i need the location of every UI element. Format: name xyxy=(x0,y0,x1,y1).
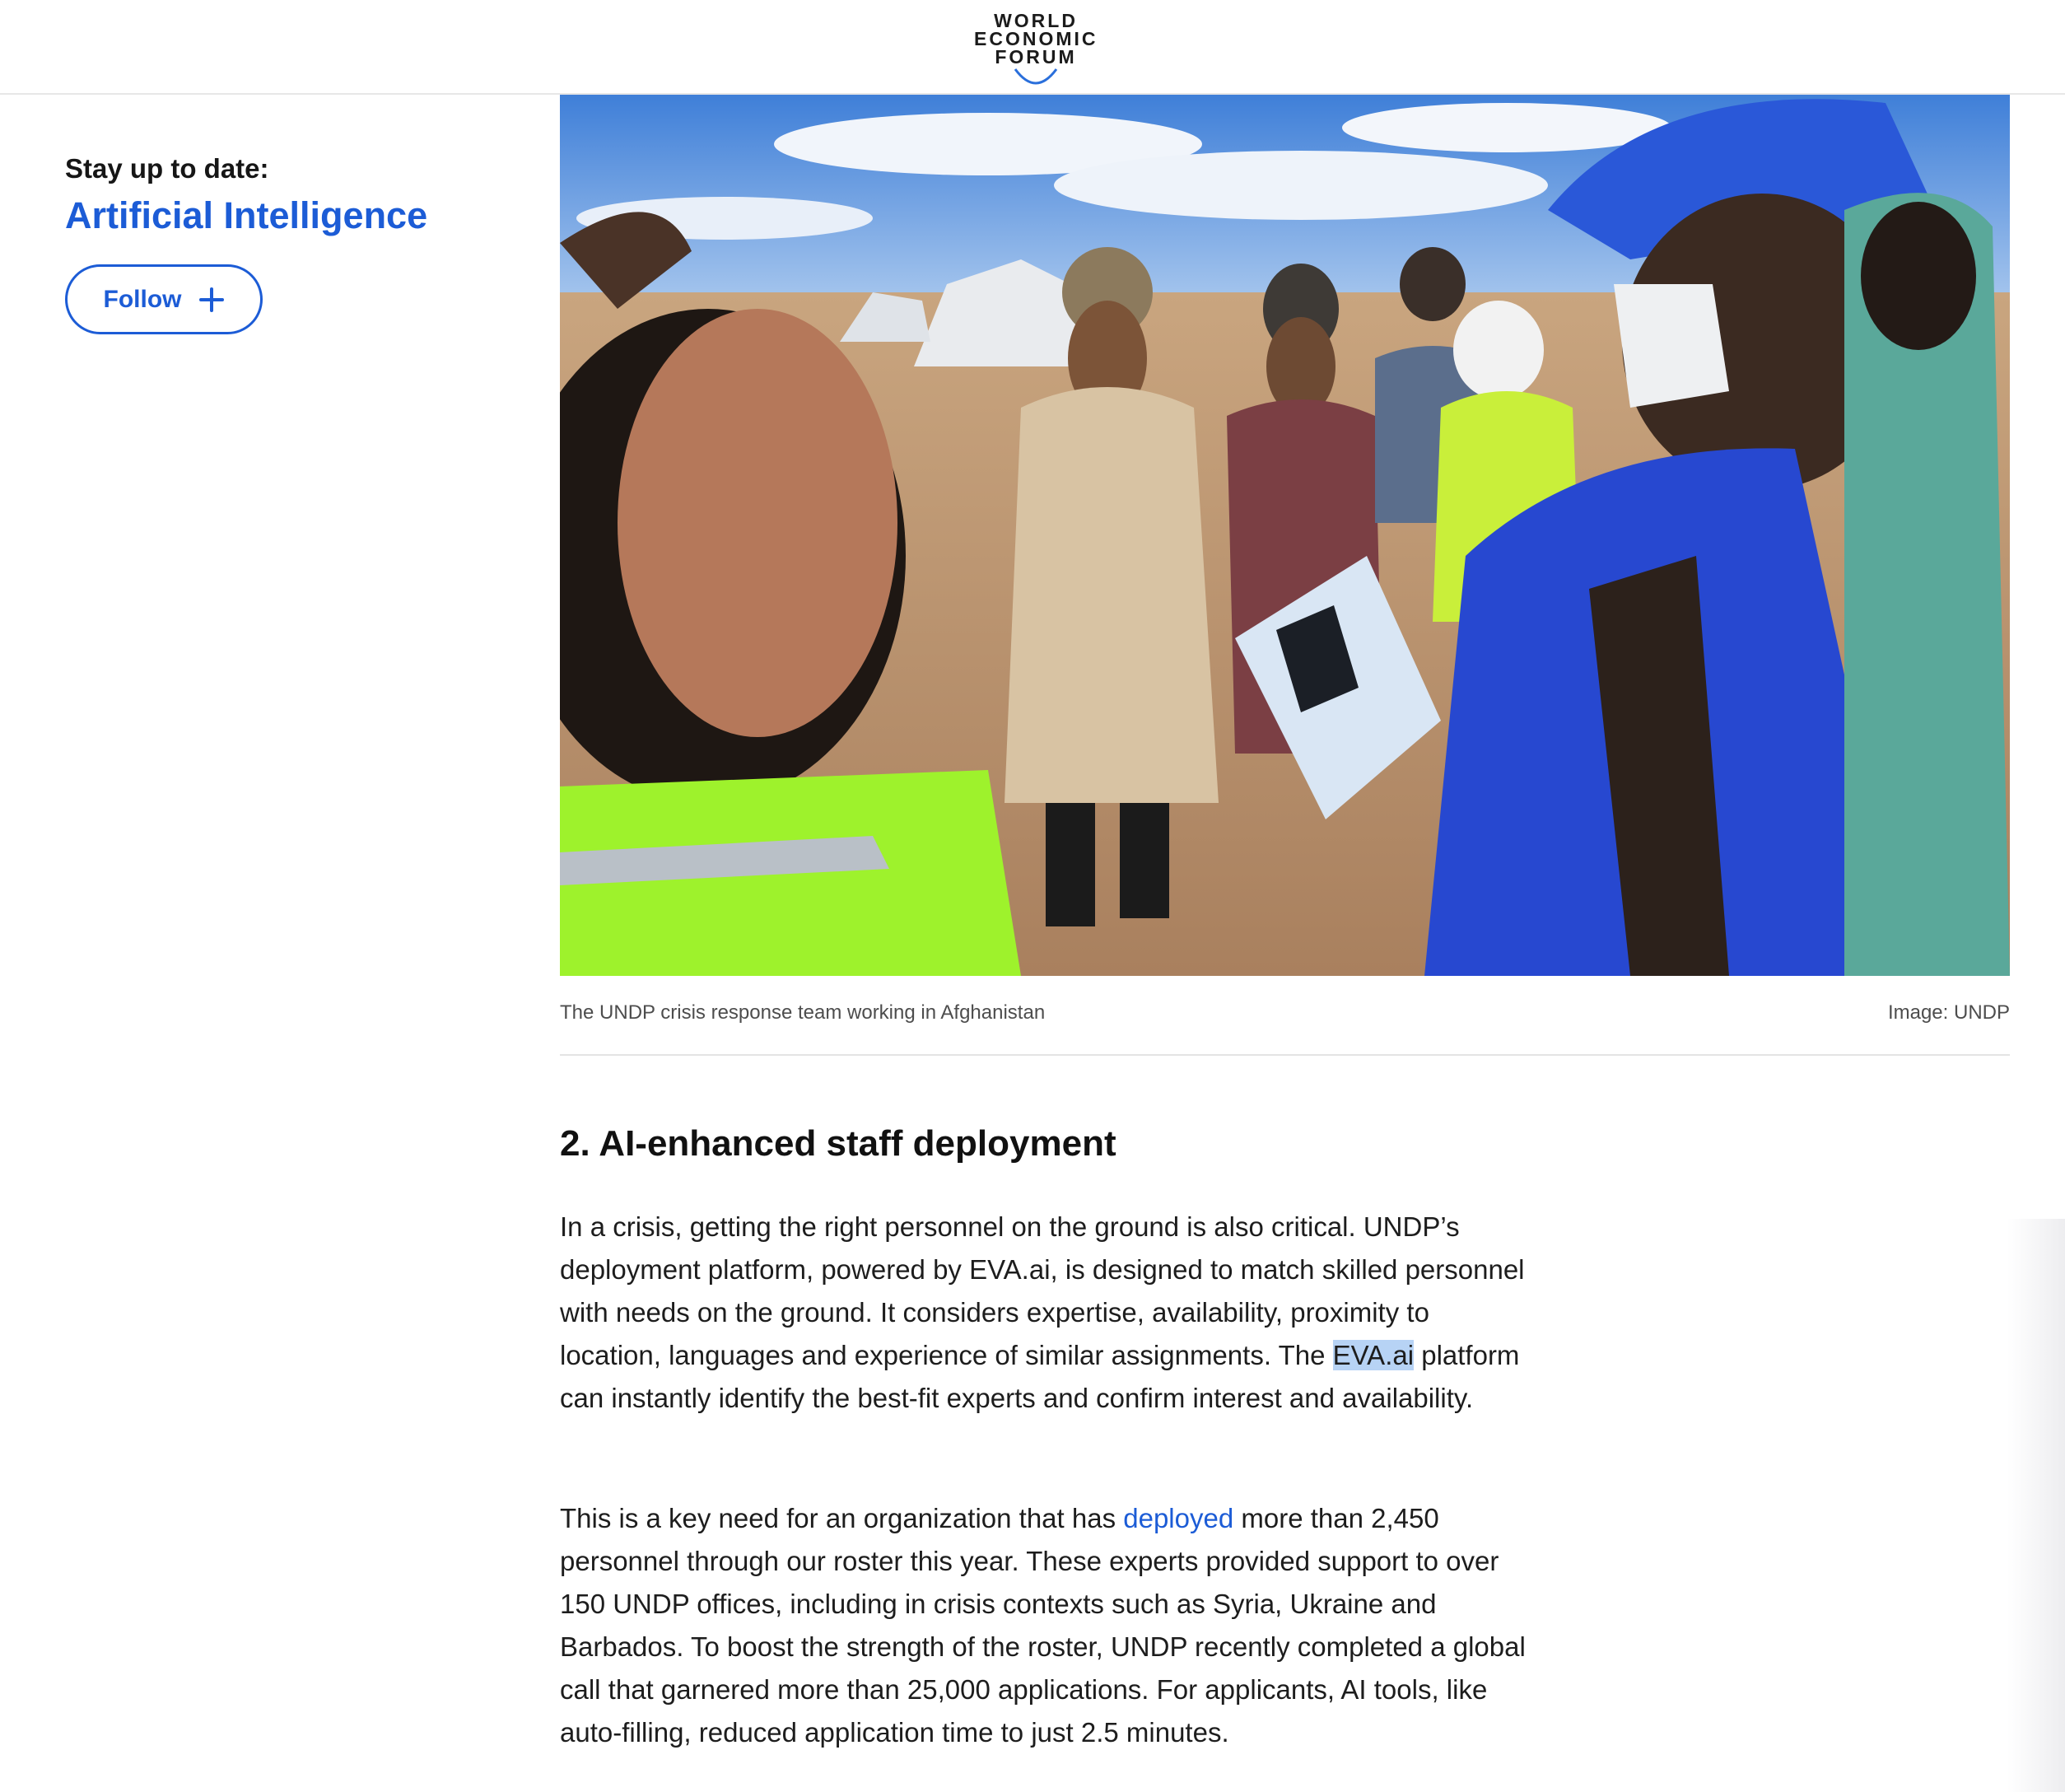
topic-link-artificial-intelligence[interactable]: Artificial Intelligence xyxy=(65,194,427,237)
follow-button-label: Follow xyxy=(103,285,182,313)
logo-line-world: WORLD xyxy=(994,10,1078,31)
selected-text-highlight: EVA.ai xyxy=(1332,1340,1415,1370)
logo-line-economic: ECONOMIC xyxy=(974,28,1098,49)
paragraph-2-text-end: more than 2,450 personnel through our ro… xyxy=(560,1503,1526,1748)
follow-button[interactable]: Follow xyxy=(65,264,263,334)
site-header: WORLD ECONOMIC FORUM xyxy=(0,0,2065,95)
logo-arc-icon xyxy=(1014,68,1058,85)
wef-logo[interactable]: WORLD ECONOMIC FORUM xyxy=(974,12,1098,86)
edge-shadow xyxy=(2007,1219,2065,1792)
section-heading: 2. AI-enhanced staff deployment xyxy=(560,1123,1116,1164)
plus-icon xyxy=(199,287,225,312)
deployed-link[interactable]: deployed xyxy=(1123,1503,1233,1533)
article-photo xyxy=(560,95,2010,976)
paragraph-2-text-start: This is a key need for an organization t… xyxy=(560,1503,1124,1533)
stay-up-to-date-label: Stay up to date: xyxy=(65,153,269,184)
photo-caption: The UNDP crisis response team working in… xyxy=(560,1001,1046,1024)
caption-divider xyxy=(560,1054,2010,1056)
article-paragraph-2: This is a key need for an organization t… xyxy=(560,1497,1531,1754)
photo-credit: Image: UNDP xyxy=(1887,1001,2010,1024)
article-paragraph-1: In a crisis, getting the right personnel… xyxy=(560,1206,1531,1420)
logo-line-forum: FORUM xyxy=(995,46,1077,68)
